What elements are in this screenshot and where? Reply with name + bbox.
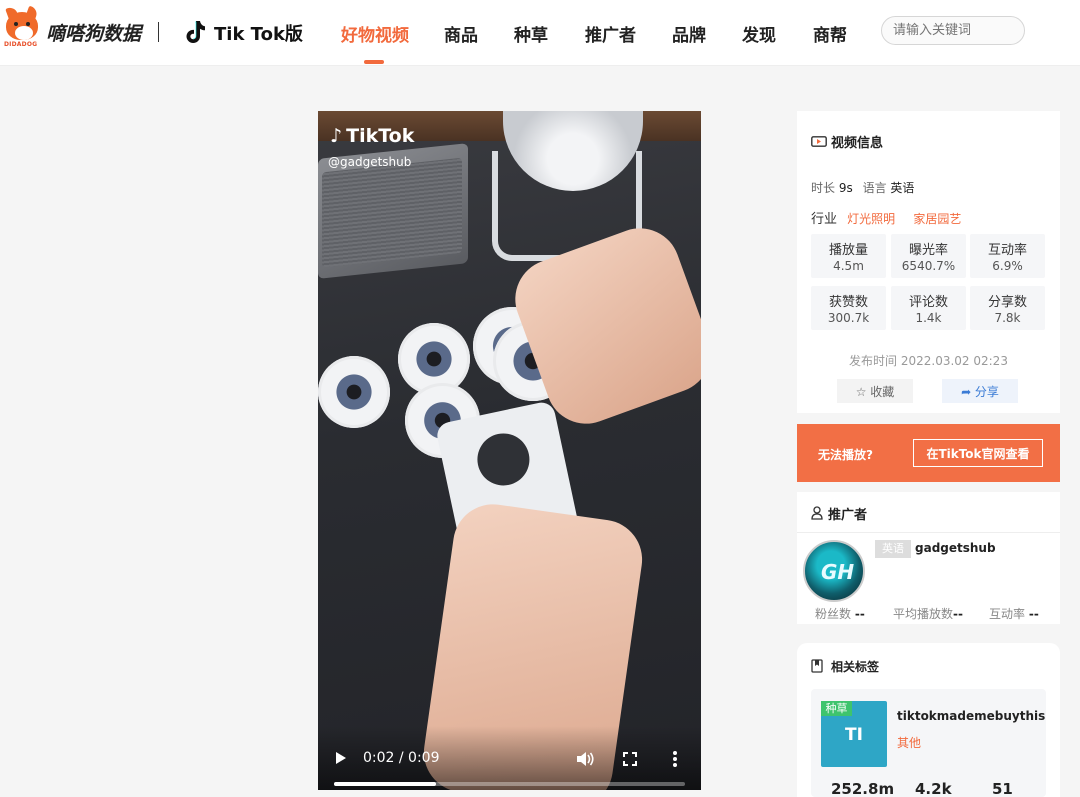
video-progress-fill	[334, 782, 436, 786]
video-icon	[811, 136, 827, 147]
related-tags-title: 相关标签	[831, 660, 880, 674]
promoter-name[interactable]: gadgetshub	[915, 541, 996, 555]
video-time: 0:02 / 0:09	[363, 750, 440, 766]
publish-time: 发布时间 2022.03.02 02:23	[849, 354, 1008, 368]
promoter-panel: 推广者 GH 英语 gadgetshub 粉丝数 -- 平均播放数-- 互动率 …	[797, 492, 1060, 624]
promoter-divider	[797, 532, 1060, 533]
tag-type-chip: 种草	[821, 701, 852, 716]
share-button[interactable]: ➦ 分享	[942, 379, 1018, 403]
promoter-language-badge: 英语	[875, 540, 911, 558]
nav-brands[interactable]: 品牌	[672, 21, 706, 46]
logo-subtitle: DIDADOG	[4, 41, 38, 48]
stat-shares: 分享数 7.8k	[970, 286, 1045, 330]
volume-icon[interactable]	[576, 752, 594, 766]
nav-merchant[interactable]: 商帮	[813, 21, 847, 46]
promoter-title: 推广者	[828, 508, 868, 523]
video-controls: 0:02 / 0:09	[318, 726, 701, 790]
video-author-watermark: @gadgetshub	[328, 155, 412, 169]
cannot-play-text: 无法播放?	[818, 448, 873, 462]
more-options-icon[interactable]	[672, 750, 678, 768]
promoter-engagement: 互动率 --	[989, 607, 1039, 621]
platform-name: Tik Tok版	[214, 24, 303, 45]
tag-stat-views: 252.8m	[831, 780, 895, 797]
dog-logo-icon	[6, 12, 38, 40]
nav-discover[interactable]: 发现	[742, 21, 776, 46]
search-input[interactable]	[881, 16, 1025, 45]
video-progress-bar[interactable]	[334, 782, 685, 786]
promoter-avatar[interactable]: GH	[803, 540, 865, 602]
didadog-logo[interactable]: DIDADOG	[4, 10, 44, 50]
video-info-title: 视频信息	[831, 136, 884, 151]
video-frame	[318, 111, 701, 790]
stat-engagement: 互动率 6.9%	[970, 234, 1045, 278]
video-player[interactable]: ♪ TikTok @gadgetshub 0:02 / 0:09	[318, 111, 701, 790]
fullscreen-icon[interactable]	[623, 752, 637, 766]
promoter-fans: 粉丝数 --	[815, 607, 865, 621]
cannot-play-banner: 无法播放? 在TikTok官网查看	[797, 424, 1060, 482]
tag-stat-videos: 4.2k	[915, 780, 952, 797]
header-divider	[158, 22, 159, 42]
stat-likes: 获赞数 300.7k	[811, 286, 886, 330]
tag-card[interactable]: TI 种草 tiktokmademebuythis 其他 252.8m 4.2k…	[811, 689, 1046, 797]
tag-icon	[811, 659, 823, 673]
nav-good-videos[interactable]: 好物视频	[341, 21, 409, 46]
industry-tag[interactable]: 家居园艺	[913, 212, 961, 226]
tag-name[interactable]: tiktokmademebuythis	[897, 709, 1045, 723]
user-icon	[811, 506, 823, 520]
industry-tag[interactable]: 灯光照明	[847, 212, 895, 226]
industry-label: 行业	[811, 212, 838, 227]
duration-language-row: 时长 9s 语言 英语	[811, 181, 915, 195]
promoter-avg-plays: 平均播放数--	[893, 607, 963, 621]
video-info-panel: 视频信息 时长 9s 语言 英语 行业 灯光照明 家居园艺 播放量 4.5m 曝光…	[797, 111, 1060, 413]
stat-plays: 播放量 4.5m	[811, 234, 886, 278]
favorite-button[interactable]: ☆ 收藏	[837, 379, 913, 403]
tiktok-logo-icon	[186, 21, 205, 43]
related-tags-panel: 相关标签 TI 种草 tiktokmademebuythis 其他 252.8m…	[797, 643, 1060, 797]
stat-exposure: 曝光率 6540.7%	[891, 234, 966, 278]
video-tiktok-watermark: ♪ TikTok	[330, 125, 415, 147]
nav-active-indicator	[364, 60, 384, 64]
nav-seeding[interactable]: 种草	[514, 21, 548, 46]
tag-category: 其他	[897, 736, 922, 750]
play-icon[interactable]	[336, 752, 346, 764]
top-header: DIDADOG 嘀嗒狗数据 Tik Tok版 好物视频 商品 种草 推广者 品牌…	[0, 0, 1080, 66]
stat-comments: 评论数 1.4k	[891, 286, 966, 330]
brand-name[interactable]: 嘀嗒狗数据	[46, 19, 141, 46]
view-on-tiktok-button[interactable]: 在TikTok官网查看	[913, 439, 1043, 467]
tag-thumbnail: TI 种草	[821, 701, 887, 767]
industry-row: 行业 灯光照明 家居园艺	[811, 208, 961, 227]
nav-promoters[interactable]: 推广者	[585, 21, 636, 46]
nav-products[interactable]: 商品	[444, 21, 478, 46]
tag-stat-count: 51	[992, 780, 1013, 797]
